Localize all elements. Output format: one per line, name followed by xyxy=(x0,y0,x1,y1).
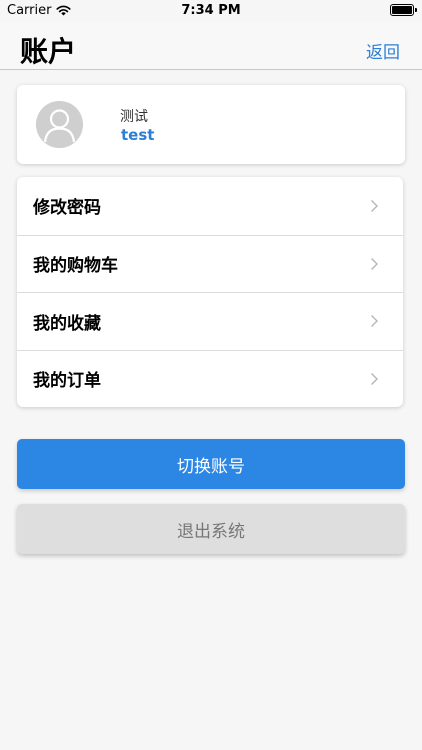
navigation-bar: 账户 返回 xyxy=(0,22,422,70)
menu-item-label: 我的收藏 xyxy=(33,313,101,334)
battery-icon xyxy=(390,4,417,16)
chevron-right-icon xyxy=(371,315,378,328)
status-bar: Carrier 7:34 PM xyxy=(0,0,422,22)
person-icon xyxy=(36,101,83,148)
chevron-right-icon xyxy=(371,372,378,385)
logout-button[interactable]: 退出系统 xyxy=(17,504,405,554)
status-time: 7:34 PM xyxy=(181,3,241,18)
menu-item-favorites[interactable]: 我的收藏 xyxy=(17,292,403,350)
menu-item-change-password[interactable]: 修改密码 xyxy=(17,177,403,235)
profile-username: test xyxy=(121,126,155,144)
profile-card: 测试 test xyxy=(17,85,405,164)
battery-fill xyxy=(392,6,412,14)
menu-item-orders[interactable]: 我的订单 xyxy=(17,349,403,408)
profile-name: 测试 xyxy=(120,109,148,125)
menu-list: 修改密码 我的购物车 我的收藏 我的订单 xyxy=(17,177,403,407)
status-right xyxy=(390,4,417,16)
chevron-right-icon xyxy=(371,257,378,270)
menu-item-label: 我的购物车 xyxy=(33,256,118,277)
menu-item-label: 我的订单 xyxy=(33,371,101,392)
chevron-right-icon xyxy=(371,199,378,212)
menu-item-cart[interactable]: 我的购物车 xyxy=(17,234,403,293)
switch-account-button[interactable]: 切换账号 xyxy=(17,439,405,489)
page-title: 账户 xyxy=(20,35,77,68)
avatar xyxy=(36,101,83,148)
back-button[interactable]: 返回 xyxy=(366,38,400,63)
menu-item-label: 修改密码 xyxy=(33,198,101,219)
